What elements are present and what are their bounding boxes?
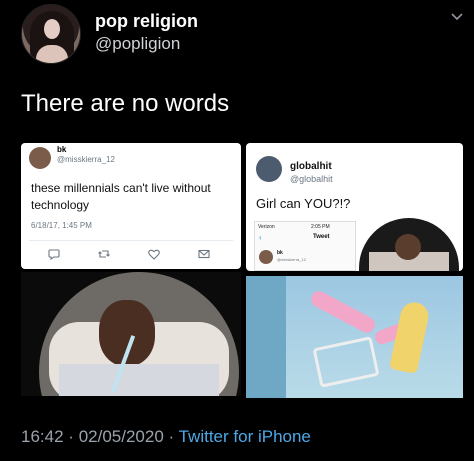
- avatar-face: [44, 19, 60, 39]
- back-arrow-icon: ‹: [259, 233, 262, 242]
- embedded-tweet-date: 6/18/17, 1:45 PM: [31, 221, 92, 230]
- retweet-icon: [98, 250, 110, 258]
- media-panel-cartoon[interactable]: [246, 276, 463, 398]
- tweet-source[interactable]: Twitter for iPhone: [179, 427, 311, 446]
- inner-avatar: [259, 250, 273, 264]
- cartoon-wall: [246, 276, 286, 398]
- media-panel-right-screenshot[interactable]: globalhit @globalhit Girl can YOU?!? Ver…: [246, 143, 463, 271]
- embedded-handle: @globalhit: [290, 174, 333, 184]
- author-handle[interactable]: @popligion: [95, 34, 180, 54]
- tweet-meta: 16:42 · 02/05/2020 · Twitter for iPhone: [21, 427, 311, 447]
- embedded-user-tag: bk: [57, 145, 67, 154]
- tweet-date[interactable]: 02/05/2020: [79, 427, 164, 446]
- embedded-tweet-body: Girl can YOU?!?: [256, 196, 351, 211]
- status-carrier: Verizon: [258, 224, 275, 230]
- media-panel-hospital-photo[interactable]: [21, 272, 241, 396]
- meta-separator: ·: [68, 427, 74, 446]
- inner-user-tag: bk: [277, 250, 283, 256]
- tweet-text: There are no words: [21, 90, 230, 117]
- hospital-photo-thumbnail: [359, 218, 459, 271]
- embedded-name: globalhit: [290, 161, 332, 172]
- hospital-photo: [39, 272, 239, 396]
- embedded-handle: @misskierra_12: [57, 155, 115, 164]
- phone-screenshot: Verizon 2:05 PM ‹ Tweet bk @misskierra_1…: [254, 221, 356, 271]
- divider: [29, 240, 233, 241]
- reply-icon: [48, 249, 60, 261]
- person-head: [395, 234, 421, 260]
- avatar-shoulder: [36, 45, 68, 63]
- tweet-header: pop religion @popligion: [0, 0, 474, 70]
- media-panel-left-screenshot[interactable]: bk @misskierra_12 these millennials can'…: [21, 143, 241, 269]
- hospital-gown: [59, 364, 219, 396]
- avatar[interactable]: [21, 4, 81, 64]
- nav-title: Tweet: [313, 234, 330, 240]
- mail-icon: [198, 249, 210, 259]
- status-time: 2:05 PM: [311, 224, 330, 230]
- embedded-avatar: [29, 147, 51, 169]
- author-name[interactable]: pop religion: [95, 11, 198, 32]
- meta-separator: ·: [168, 427, 175, 446]
- embedded-tweet-body: these millennials can't live without tec…: [31, 181, 211, 212]
- tweet-time[interactable]: 16:42: [21, 427, 64, 446]
- chevron-down-icon[interactable]: [450, 10, 464, 24]
- embedded-avatar: [256, 156, 282, 182]
- heart-icon: [148, 249, 160, 260]
- inner-handle: @misskierra_12: [277, 257, 306, 262]
